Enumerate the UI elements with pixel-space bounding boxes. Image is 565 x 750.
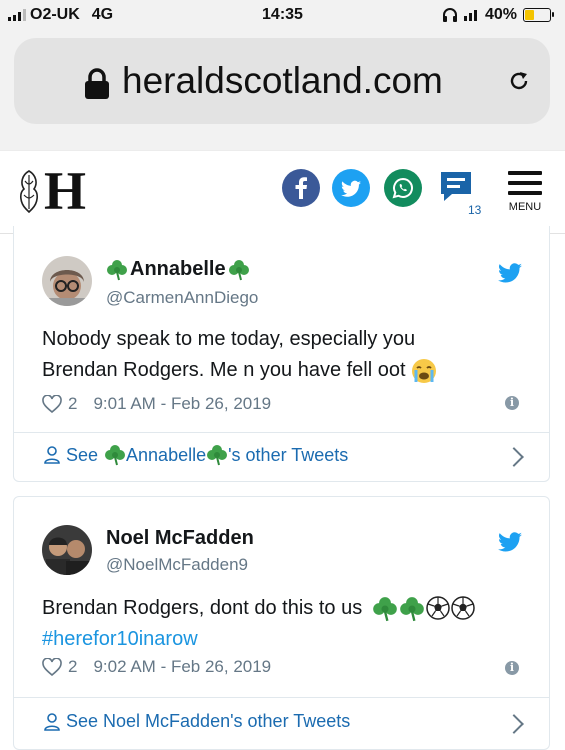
tweet-text-line: Brendan Rodgers, dont do this to us xyxy=(42,593,522,624)
tweet-author-handle[interactable]: @NoelMcFadden9 xyxy=(106,555,248,575)
avatar[interactable] xyxy=(42,256,92,306)
avatar[interactable] xyxy=(42,525,92,575)
divider xyxy=(14,432,549,433)
tweet-author-name[interactable]: Annabelle xyxy=(106,258,250,281)
shamrock-icon xyxy=(399,595,426,622)
tweet-text-line: Nobody speak to me today, especially you xyxy=(42,328,416,350)
facebook-icon xyxy=(295,177,307,199)
twitter-bird-icon[interactable] xyxy=(497,529,523,553)
tweet-timestamp[interactable]: 9:01 AM - Feb 26, 2019 xyxy=(93,394,271,414)
whatsapp-share-button[interactable] xyxy=(384,169,422,207)
chevron-right-icon[interactable] xyxy=(504,447,524,467)
status-bar: O2-UK 4G 14:35 40% xyxy=(0,0,565,32)
heart-icon[interactable] xyxy=(42,395,62,413)
browser-chrome: heraldscotland.com xyxy=(0,32,565,150)
shamrock-icon xyxy=(206,444,229,466)
twitter-share-button[interactable] xyxy=(332,169,370,207)
shamrock-icon xyxy=(372,595,399,622)
info-icon[interactable]: i xyxy=(505,661,519,675)
see-other-tweets-link[interactable]: See Noel McFadden's other Tweets xyxy=(44,711,350,732)
person-icon xyxy=(44,446,60,464)
info-icon[interactable]: i xyxy=(505,396,519,410)
football-icon xyxy=(426,595,450,620)
whatsapp-icon xyxy=(392,177,413,199)
author-name-text: Annabelle xyxy=(130,258,226,280)
crest-icon xyxy=(20,170,38,213)
crying-face-icon xyxy=(412,358,437,383)
tweet-author-name[interactable]: Noel McFadden xyxy=(106,527,254,550)
tweet-text: Nobody speak to me today, especially you… xyxy=(42,324,522,386)
tweet-text: Brendan Rodgers, dont do this to us #her… xyxy=(42,593,522,655)
menu-button[interactable]: MENU xyxy=(506,171,544,213)
comment-count: 13 xyxy=(468,203,482,217)
see-prefix: See xyxy=(66,444,99,465)
tweet-timestamp[interactable]: 9:02 AM - Feb 26, 2019 xyxy=(93,657,271,677)
divider xyxy=(14,697,549,698)
see-other-tweets-link[interactable]: See Annabelle 's other Tweets xyxy=(44,444,348,466)
battery-group: 40% xyxy=(442,6,554,24)
like-count[interactable]: 2 xyxy=(68,394,77,414)
reload-icon[interactable] xyxy=(508,70,530,92)
headphones-icon xyxy=(442,8,457,22)
football-icon xyxy=(451,595,475,620)
tweet-meta: 2 9:02 AM - Feb 26, 2019 xyxy=(42,657,271,677)
person-icon xyxy=(44,712,60,731)
shamrock-icon xyxy=(104,444,127,466)
hashtag-link[interactable]: #herefor10inarow xyxy=(42,624,522,655)
address-bar[interactable]: heraldscotland.com xyxy=(14,38,550,124)
shamrock-icon xyxy=(227,258,250,281)
comments-button[interactable]: 13 xyxy=(438,169,481,217)
facebook-share-button[interactable] xyxy=(282,169,320,207)
tweet-meta: 2 9:01 AM - Feb 26, 2019 xyxy=(42,394,271,414)
shamrock-icon xyxy=(106,258,128,281)
menu-label: MENU xyxy=(508,201,542,213)
twitter-icon xyxy=(341,180,361,197)
comment-icon xyxy=(441,172,471,201)
battery-icon xyxy=(523,8,554,22)
tweet-card[interactable]: Noel McFadden @NoelMcFadden9 Brendan Rod… xyxy=(13,496,550,750)
twitter-bird-icon[interactable] xyxy=(497,260,523,284)
logo-letter: H xyxy=(44,161,87,221)
see-name: Annabelle xyxy=(126,444,207,465)
see-suffix: 's other Tweets xyxy=(228,444,349,465)
tweet-author-handle[interactable]: @CarmenAnnDiego xyxy=(106,288,258,308)
menu-icon xyxy=(506,171,544,195)
tweet-text-line: Brendan Rodgers. Me n you have fell oot xyxy=(42,355,522,386)
lock-icon xyxy=(85,68,109,99)
see-text: See Noel McFadden's other Tweets xyxy=(66,711,351,731)
herald-logo[interactable]: H xyxy=(16,161,87,221)
signal-strength-icon xyxy=(463,9,477,21)
url-text[interactable]: heraldscotland.com xyxy=(122,60,443,102)
heart-icon[interactable] xyxy=(42,658,62,676)
chevron-right-icon[interactable] xyxy=(504,714,524,734)
battery-percent: 40% xyxy=(484,6,517,23)
like-count[interactable]: 2 xyxy=(68,657,77,677)
tweet-card[interactable]: Annabelle @CarmenAnnDiego Nobody speak t… xyxy=(13,226,550,482)
site-header: H 13 MENU xyxy=(0,150,565,234)
